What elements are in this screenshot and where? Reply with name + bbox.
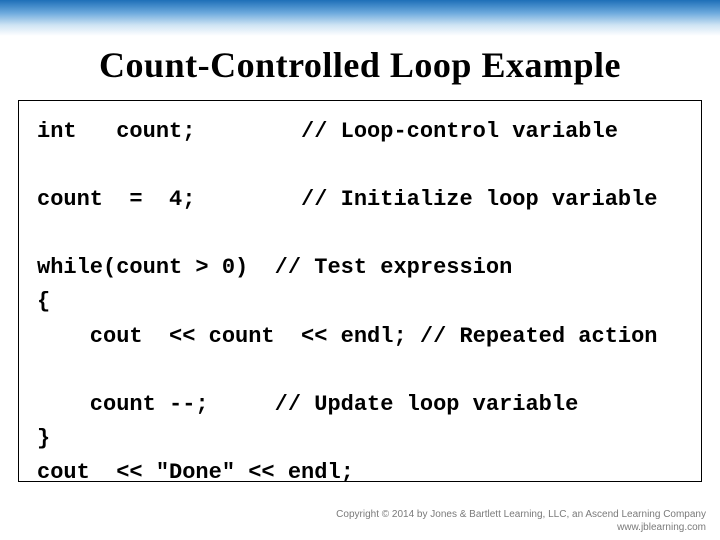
code-line: cout << count << endl; // Repeated actio… (37, 324, 658, 349)
code-line: { (37, 289, 50, 314)
slide-title: Count-Controlled Loop Example (0, 44, 720, 86)
slide-top-gradient (0, 0, 720, 36)
code-example-box: int count; // Loop-control variable coun… (18, 100, 702, 482)
copyright-line: Copyright © 2014 by Jones & Bartlett Lea… (336, 509, 706, 522)
code-line: while(count > 0) // Test expression (37, 255, 512, 280)
code-line: count --; // Update loop variable (37, 392, 578, 417)
copyright-url: www.jblearning.com (336, 522, 706, 535)
code-line: int count; // Loop-control variable (37, 119, 618, 144)
code-line: cout << "Done" << endl; (37, 460, 354, 485)
code-line: } (37, 426, 50, 451)
code-line: count = 4; // Initialize loop variable (37, 187, 658, 212)
copyright-footer: Copyright © 2014 by Jones & Bartlett Lea… (336, 509, 706, 534)
